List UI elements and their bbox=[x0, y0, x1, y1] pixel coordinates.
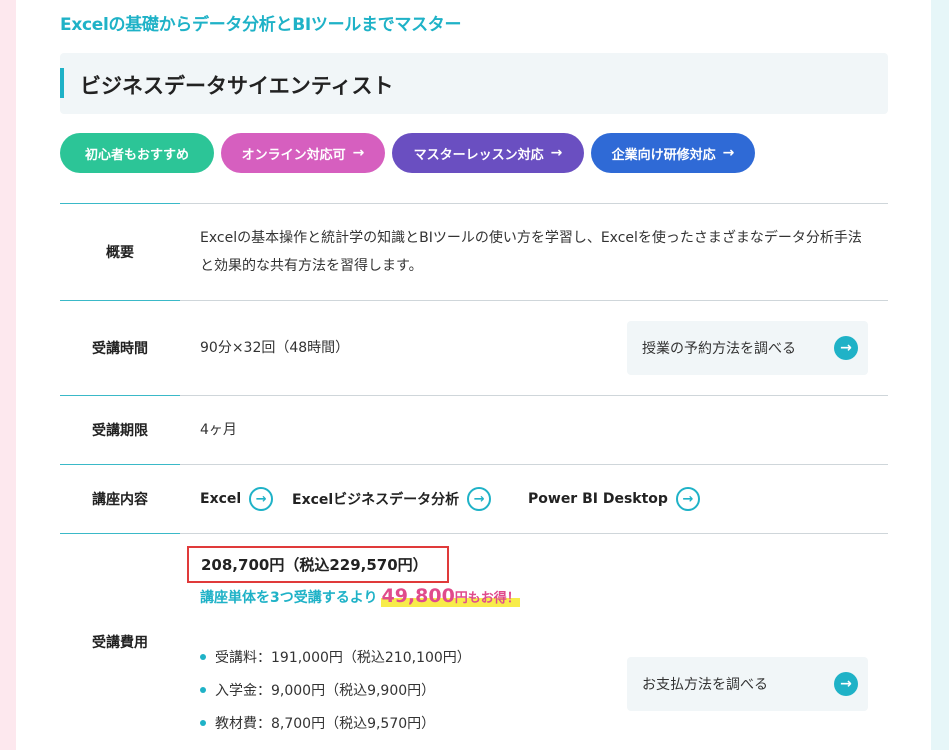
fee-total-text: 208,700円（税込229,570円） bbox=[201, 556, 428, 574]
reservation-method-button[interactable]: 授業の予約方法を調べる → bbox=[627, 321, 868, 375]
overview-label: 概要 bbox=[106, 244, 134, 261]
course-link-excel[interactable]: Excel → bbox=[200, 487, 274, 511]
list-item: 入学金：9,000円（税込9,900円） bbox=[200, 673, 471, 706]
saving-prefix: 講座単体を3つ受講するより bbox=[200, 590, 378, 606]
saving-highlight: 49,800円もお得！ bbox=[381, 585, 520, 607]
tag-label: オンライン対応可 bbox=[241, 147, 346, 163]
tag-label: 初心者もおすすめ bbox=[84, 147, 189, 163]
fee-label: 受講費用 bbox=[92, 634, 148, 651]
duration-value: 90分×32回（48時間） bbox=[200, 340, 350, 356]
course-link-power-bi[interactable]: Power BI Desktop → bbox=[528, 487, 700, 511]
tag-label: マスターレッスン対応 bbox=[413, 147, 544, 163]
tag-list: 初心者もおすすめ オンライン対応可 → マスターレッスン対応 → 企業向け研修対… bbox=[60, 133, 755, 173]
list-item: 教材費：8,700円（税込9,570円） bbox=[200, 706, 471, 739]
fee-item-text: 入学金：9,000円（税込9,900円） bbox=[215, 682, 436, 699]
course-link-label: Excel bbox=[200, 491, 242, 507]
saving-amount: 49,800 bbox=[381, 585, 455, 607]
arrow-right-icon: → bbox=[550, 145, 563, 161]
tag-online[interactable]: オンライン対応可 → bbox=[221, 133, 385, 173]
duration-label: 受講時間 bbox=[92, 340, 148, 357]
tag-corporate-training[interactable]: 企業向け研修対応 → bbox=[591, 133, 755, 173]
tag-master-lesson[interactable]: マスターレッスン対応 → bbox=[392, 133, 584, 173]
payment-method-button[interactable]: お支払方法を調べる → bbox=[627, 657, 868, 711]
course-link-label: Excelビジネスデータ分析 bbox=[292, 492, 460, 508]
fee-item-text: 受講料：191,000円（税込210,100円） bbox=[215, 649, 471, 666]
button-label: 授業の予約方法を調べる bbox=[642, 341, 796, 357]
course-header: ビジネスデータサイエンティスト bbox=[60, 53, 888, 114]
arrow-right-circle-icon: → bbox=[834, 336, 858, 360]
contents-row: 講座内容 Excel → Excelビジネスデータ分析 → Power BI D… bbox=[60, 464, 888, 533]
bullet-icon bbox=[200, 686, 206, 693]
tag-label: 企業向け研修対応 bbox=[611, 147, 716, 163]
right-edge-decoration bbox=[931, 0, 949, 750]
arrow-right-circle-icon: → bbox=[249, 487, 274, 511]
course-link-excel-business-data[interactable]: Excelビジネスデータ分析 → bbox=[292, 487, 492, 511]
fee-saving-note: 講座単体を3つ受講するより 49,800円もお得！ bbox=[200, 585, 520, 607]
fee-breakdown-list: 受講料：191,000円（税込210,100円） 入学金：9,000円（税込9,… bbox=[200, 640, 471, 739]
course-subtitle: Excelの基礎からデータ分析とBIツールまでマスター bbox=[60, 15, 462, 35]
arrow-right-circle-icon: → bbox=[467, 487, 492, 511]
arrow-right-icon: → bbox=[352, 145, 365, 161]
period-value: 4ヶ月 bbox=[200, 422, 237, 438]
arrow-right-circle-icon: → bbox=[675, 487, 700, 511]
header-accent-bar bbox=[60, 68, 64, 98]
button-label: お支払方法を調べる bbox=[642, 677, 768, 693]
tag-beginner: 初心者もおすすめ bbox=[60, 133, 214, 173]
list-item: 受講料：191,000円（税込210,100円） bbox=[200, 640, 471, 673]
row-divider bbox=[180, 533, 888, 534]
bullet-icon bbox=[200, 719, 206, 726]
left-edge-decoration bbox=[0, 0, 16, 750]
period-label: 受講期限 bbox=[92, 422, 148, 439]
overview-text: Excelの基本操作と統計学の知識とBIツールの使い方を学習し、Excelを使っ… bbox=[200, 230, 862, 274]
contents-label: 講座内容 bbox=[92, 491, 148, 508]
duration-row: 受講時間 90分×32回（48時間） 授業の予約方法を調べる → bbox=[60, 300, 888, 395]
course-title: ビジネスデータサイエンティスト bbox=[80, 74, 394, 98]
bullet-icon bbox=[200, 653, 206, 660]
course-link-label: Power BI Desktop bbox=[528, 491, 668, 507]
period-row: 受講期限 4ヶ月 bbox=[60, 395, 888, 464]
saving-suffix: 円もお得！ bbox=[454, 591, 520, 606]
overview-row: 概要 Excelの基本操作と統計学の知識とBIツールの使い方を学習し、Excel… bbox=[60, 203, 888, 300]
fee-total: 208,700円（税込229,570円） bbox=[187, 546, 449, 583]
arrow-right-icon: → bbox=[722, 145, 735, 161]
arrow-right-circle-icon: → bbox=[834, 672, 858, 696]
fee-item-text: 教材費：8,700円（税込9,570円） bbox=[215, 715, 436, 732]
